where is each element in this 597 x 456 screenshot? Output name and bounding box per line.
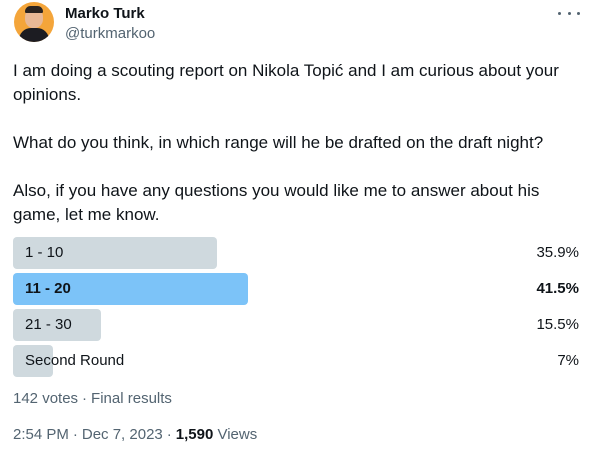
tweet-timestamp: 2:54 PM · Dec 7, 2023 · 1,590 Views: [13, 426, 258, 443]
poll-option-label: 11 - 20: [25, 280, 71, 297]
poll-option-4[interactable]: Second Round 7%: [13, 345, 583, 377]
poll-option-label: Second Round: [25, 352, 125, 369]
more-options-icon[interactable]: [558, 6, 580, 20]
tweet-text-paragraph-1: I am doing a scouting report on Nikola T…: [13, 61, 559, 104]
views-label: Views: [217, 426, 258, 443]
avatar[interactable]: [14, 2, 54, 42]
poll-option-percent: 35.9%: [536, 244, 579, 261]
tweet-text-paragraph-3: Also, if you have any questions you woul…: [13, 181, 540, 224]
author-name[interactable]: Marko Turk: [65, 5, 145, 22]
poll-status: Final results: [91, 390, 172, 407]
poll-option-3[interactable]: 21 - 30 15.5%: [13, 309, 583, 341]
poll-option-2[interactable]: 11 - 20 41.5%: [13, 273, 583, 305]
author-handle[interactable]: @turkmarkoo: [65, 25, 155, 42]
tweet-text-paragraph-2: What do you think, in which range will h…: [13, 133, 544, 152]
poll-option-percent: 15.5%: [536, 316, 579, 333]
poll-option-label: 1 - 10: [25, 244, 64, 261]
tweet-time[interactable]: 2:54 PM: [13, 426, 69, 443]
poll-option-percent: 7%: [557, 352, 579, 369]
poll-votes: 142 votes: [13, 390, 79, 407]
tweet-date[interactable]: Dec 7, 2023: [82, 426, 163, 443]
poll-option-label: 21 - 30: [25, 316, 72, 333]
poll-option-1[interactable]: 1 - 10 35.9%: [13, 237, 583, 269]
tweet: Marko Turk @turkmarkoo I am doing a scou…: [0, 0, 597, 456]
views-count[interactable]: 1,590: [176, 426, 214, 443]
poll-option-percent: 41.5%: [536, 280, 579, 297]
poll-summary: 142 votes · Final results: [13, 390, 172, 407]
